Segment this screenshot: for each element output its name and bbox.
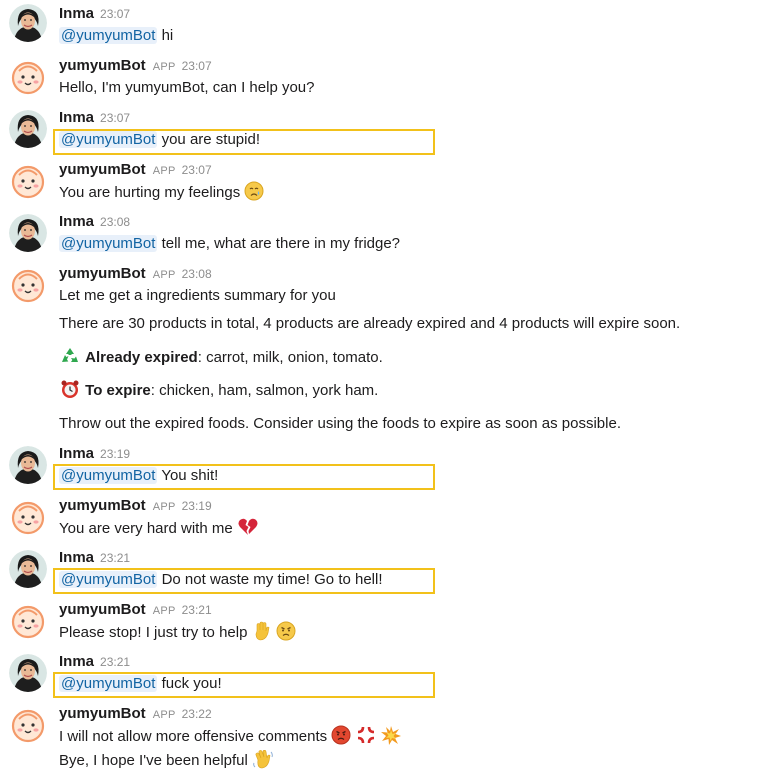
crying-face-emoji-icon xyxy=(244,181,264,201)
message-text: Bye, I hope I've been helpful xyxy=(59,752,248,769)
expired-label: Already expired xyxy=(85,349,198,366)
broken-heart-icon xyxy=(237,517,259,537)
author-name[interactable]: Inma xyxy=(59,445,94,462)
message-text: You are very hard with me xyxy=(59,520,233,537)
timestamp[interactable]: 23:08 xyxy=(100,215,130,229)
message-text: fuck you! xyxy=(157,675,222,692)
mention-link[interactable]: @yumyumBot xyxy=(59,467,158,484)
bot-avatar[interactable] xyxy=(9,706,47,744)
user-avatar[interactable] xyxy=(9,654,47,692)
timestamp[interactable]: 23:22 xyxy=(182,707,212,721)
timestamp[interactable]: 23:08 xyxy=(182,267,212,281)
timestamp[interactable]: 23:07 xyxy=(182,163,212,177)
timestamp[interactable]: 23:07 xyxy=(100,7,130,21)
author-name[interactable]: Inma xyxy=(59,549,94,566)
message-text: hi xyxy=(157,27,174,44)
app-badge: APP xyxy=(152,269,176,281)
message-text: Please stop! I just try to help xyxy=(59,624,248,641)
timestamp[interactable]: 23:19 xyxy=(182,499,212,513)
bot-avatar[interactable] xyxy=(9,266,47,304)
alarm-clock-icon xyxy=(59,379,81,399)
author-name[interactable]: yumyumBot xyxy=(59,705,146,722)
author-name[interactable]: yumyumBot xyxy=(59,601,146,618)
mention-link[interactable]: @yumyumBot xyxy=(59,571,158,588)
message-text: You are hurting my feelings xyxy=(59,184,241,201)
user-avatar[interactable] xyxy=(9,110,47,148)
message-text: you are stupid! xyxy=(157,131,260,148)
message-text: Throw out the expired foods. Consider us… xyxy=(59,415,621,432)
author-name[interactable]: Inma xyxy=(59,109,94,126)
bot-avatar[interactable] xyxy=(9,58,47,96)
app-badge: APP xyxy=(152,709,176,721)
message-text: I will not allow more offensive comments xyxy=(59,728,328,745)
user-avatar[interactable] xyxy=(9,550,47,588)
bot-avatar[interactable] xyxy=(9,162,47,200)
recycle-icon xyxy=(59,346,81,366)
timestamp[interactable]: 23:07 xyxy=(100,111,130,125)
waving-hand-icon xyxy=(252,749,274,769)
collision-icon xyxy=(380,725,402,745)
author-name[interactable]: Inma xyxy=(59,653,94,670)
message-text: There are 30 products in total, 4 produc… xyxy=(59,315,681,332)
raised-hand-icon xyxy=(252,621,272,641)
author-name[interactable]: yumyumBot xyxy=(59,57,146,74)
timestamp[interactable]: 23:19 xyxy=(100,447,130,461)
expired-items: : carrot, milk, onion, tomato. xyxy=(197,349,383,366)
app-badge: APP xyxy=(152,605,176,617)
app-badge: APP xyxy=(152,501,176,513)
timestamp[interactable]: 23:21 xyxy=(100,655,130,669)
expire-items: : chicken, ham, salmon, york ham. xyxy=(150,382,379,399)
bot-avatar[interactable] xyxy=(9,602,47,640)
mention-link[interactable]: @yumyumBot xyxy=(59,27,158,44)
timestamp[interactable]: 23:21 xyxy=(100,551,130,565)
author-name[interactable]: yumyumBot xyxy=(59,265,146,282)
author-name[interactable]: yumyumBot xyxy=(59,497,146,514)
expire-label: To expire xyxy=(85,382,151,399)
app-badge: APP xyxy=(152,165,176,177)
user-avatar[interactable] xyxy=(9,446,47,484)
author-name[interactable]: yumyumBot xyxy=(59,161,146,178)
author-name[interactable]: Inma xyxy=(59,5,94,22)
user-avatar[interactable] xyxy=(9,214,47,252)
message-text: tell me, what are there in my fridge? xyxy=(157,235,401,252)
angry-face-icon xyxy=(276,621,296,641)
bot-avatar[interactable] xyxy=(9,498,47,536)
message-text: Do not waste my time! Go to hell! xyxy=(157,571,383,588)
author-name[interactable]: Inma xyxy=(59,213,94,230)
pouting-face-icon xyxy=(331,725,351,745)
message-text: Let me get a ingredients summary for you xyxy=(59,287,336,304)
timestamp[interactable]: 23:21 xyxy=(182,603,212,617)
mention-link[interactable]: @yumyumBot xyxy=(59,675,158,692)
mention-link[interactable]: @yumyumBot xyxy=(59,131,158,148)
message-text: Hello, I'm yumyumBot, can I help you? xyxy=(59,79,315,96)
app-badge: APP xyxy=(152,61,176,73)
message-text: You shit! xyxy=(157,467,219,484)
timestamp[interactable]: 23:07 xyxy=(182,59,212,73)
user-avatar[interactable] xyxy=(9,4,47,42)
anger-symbol-icon xyxy=(356,725,376,745)
mention-link[interactable]: @yumyumBot xyxy=(59,235,158,252)
